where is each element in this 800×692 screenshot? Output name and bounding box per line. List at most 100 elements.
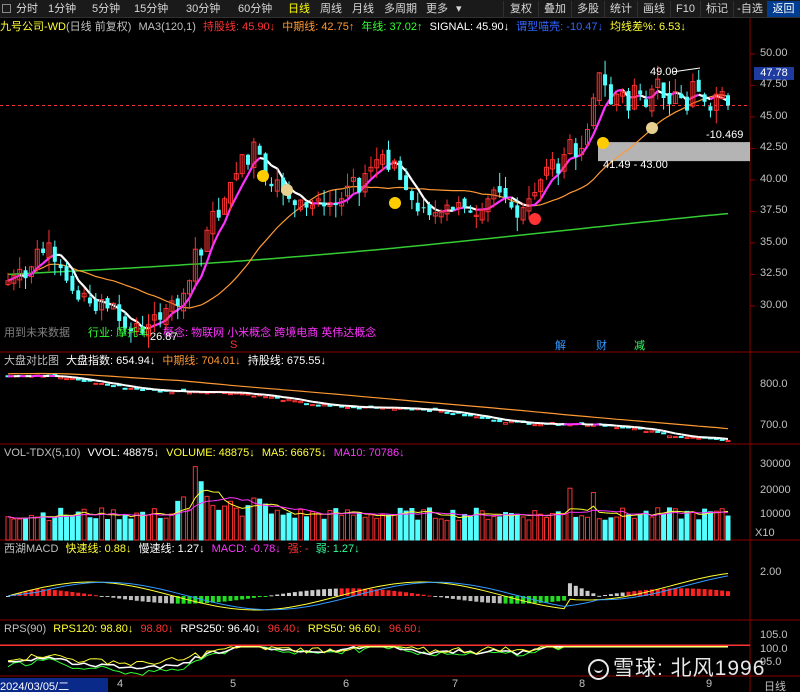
index-candle bbox=[491, 419, 497, 422]
macd-bar bbox=[702, 589, 707, 596]
volume-bar bbox=[421, 509, 427, 541]
macd-bar bbox=[556, 596, 561, 602]
event-mark-unlock[interactable]: 解 bbox=[555, 340, 566, 353]
hold-line-segment bbox=[470, 206, 477, 211]
volume-bar bbox=[128, 518, 134, 541]
index-mid-line bbox=[7, 372, 729, 430]
hold-line-segment bbox=[165, 312, 173, 321]
volume-bar bbox=[192, 466, 198, 541]
volume-bar bbox=[327, 509, 333, 541]
hold-line-segment bbox=[422, 197, 431, 206]
stock-chart[interactable] bbox=[0, 0, 800, 692]
volume-bar bbox=[661, 513, 667, 541]
macd-bar bbox=[140, 596, 145, 602]
index-candle bbox=[286, 398, 292, 402]
candle-body bbox=[462, 198, 467, 208]
volume-bar bbox=[198, 481, 204, 541]
macd-bar bbox=[158, 596, 163, 603]
macd-bar bbox=[696, 588, 701, 596]
hold-line-segment bbox=[651, 90, 659, 98]
macd-bar bbox=[486, 596, 490, 603]
event-mark-financial[interactable]: 财 bbox=[596, 340, 607, 353]
index-candle bbox=[678, 436, 684, 439]
macd-bar bbox=[64, 591, 69, 596]
index-candle bbox=[280, 399, 286, 403]
volume-bar bbox=[23, 517, 29, 541]
index-candle bbox=[227, 393, 233, 396]
index-hold-segment bbox=[72, 376, 79, 379]
volume-bar bbox=[46, 520, 52, 541]
volume-bar bbox=[438, 518, 444, 541]
index-candle bbox=[643, 430, 649, 433]
index-candle bbox=[655, 430, 661, 433]
index-hold-segment bbox=[458, 410, 465, 414]
index-candle bbox=[239, 393, 245, 396]
main-indicator-mid: 中期线: 42.75↑ bbox=[282, 21, 355, 33]
hold-line-segment bbox=[364, 178, 372, 187]
index-hold-segment bbox=[335, 403, 342, 407]
macd-bar bbox=[679, 588, 684, 596]
index-hold-segment bbox=[66, 375, 73, 379]
ma10-value: MA10: 70786↓ bbox=[333, 447, 405, 459]
hold-line-segment bbox=[247, 163, 255, 176]
macd-bar bbox=[304, 590, 309, 596]
index-candle bbox=[426, 409, 432, 412]
industry-label: 行业: 摩托车 bbox=[88, 327, 150, 339]
index-candle bbox=[649, 430, 655, 433]
main-indicator-hold: 持股线: 45.90↓ bbox=[203, 21, 276, 33]
index-candle bbox=[462, 413, 468, 417]
volume-bar bbox=[403, 510, 409, 541]
volume-tick-30000: 30000 bbox=[760, 458, 791, 470]
volume-bar bbox=[602, 519, 608, 541]
volume-bar bbox=[204, 495, 210, 541]
macd-value: MACD: -0.78↓ bbox=[211, 543, 281, 555]
candle-body bbox=[556, 163, 561, 174]
volume-bar bbox=[696, 519, 702, 541]
macd-bar bbox=[544, 596, 549, 603]
macd-bar bbox=[404, 592, 409, 596]
index-hold-segment bbox=[476, 413, 483, 417]
index-hold-segment bbox=[300, 398, 307, 402]
index-candle bbox=[157, 390, 163, 393]
volume-bar bbox=[116, 519, 122, 541]
mid-term-line bbox=[7, 94, 729, 309]
index-candle bbox=[438, 410, 444, 413]
watermark-text: 雪球: 北风1996 bbox=[613, 657, 766, 680]
volume-bar bbox=[526, 519, 532, 541]
event-mark-reduce[interactable]: 减 bbox=[634, 340, 645, 353]
index-candle bbox=[538, 423, 544, 427]
macd-bar bbox=[714, 589, 719, 596]
index-hold-segment bbox=[692, 435, 699, 439]
snowball-logo-icon bbox=[588, 658, 609, 680]
hold-line-segment bbox=[516, 200, 524, 206]
index-candle bbox=[186, 392, 192, 395]
index-candle bbox=[298, 400, 304, 404]
candle-body bbox=[515, 205, 520, 218]
index-hold-segment bbox=[113, 382, 120, 386]
index-candle bbox=[684, 436, 690, 439]
volume-bar bbox=[508, 513, 514, 541]
hold-line-segment bbox=[159, 319, 167, 325]
rps-tick-105: 105.0 bbox=[760, 629, 788, 641]
macd-bar bbox=[614, 593, 619, 596]
macd-fast: 快速线: 0.88↓ bbox=[65, 543, 132, 555]
macd-fast-line bbox=[7, 573, 729, 611]
volume-bar bbox=[175, 500, 181, 541]
volume-value: VOLUME: 48875↓ bbox=[166, 447, 255, 459]
index-hold-segment bbox=[277, 395, 284, 399]
volume-bar bbox=[122, 514, 128, 541]
volume-bar bbox=[216, 509, 222, 541]
index-candle bbox=[666, 435, 672, 439]
hold-line-segment bbox=[188, 285, 197, 299]
candle-body bbox=[685, 96, 690, 111]
price-tick-label: 37.50 bbox=[760, 204, 788, 217]
macd-bar bbox=[497, 596, 502, 604]
macd-bar bbox=[46, 589, 51, 596]
index-candle bbox=[467, 414, 473, 417]
macd-bar bbox=[720, 590, 725, 596]
macd-bar bbox=[128, 596, 133, 601]
index-hold-segment bbox=[464, 411, 471, 415]
index-hold-segment bbox=[722, 437, 729, 440]
index-hold-segment bbox=[499, 417, 506, 421]
macd-bar bbox=[333, 588, 338, 596]
